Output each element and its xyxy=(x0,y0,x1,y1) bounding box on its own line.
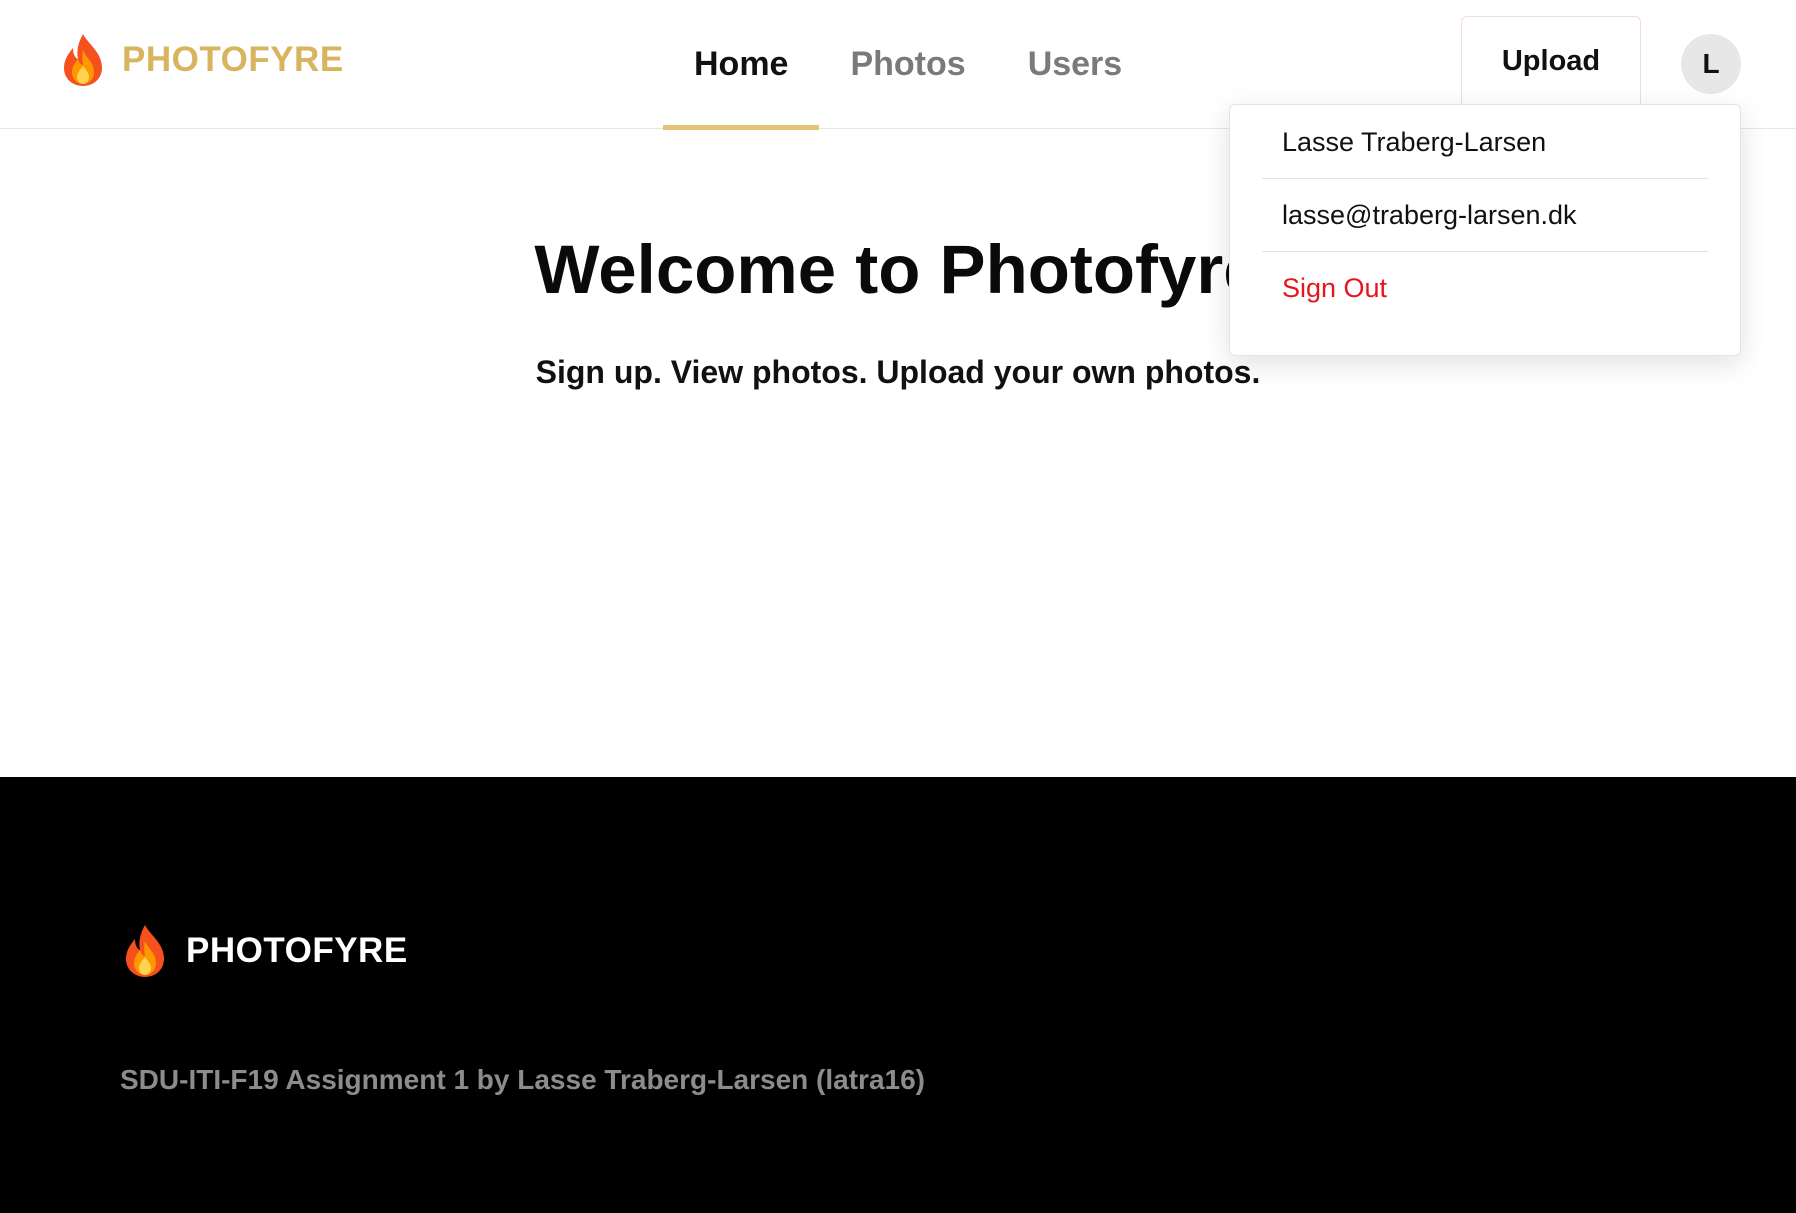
footer-credit: SDU-ITI-F19 Assignment 1 by Lasse Traber… xyxy=(120,1064,925,1095)
footer-brand: PHOTOFYRE xyxy=(120,921,408,981)
tab-users[interactable]: Users xyxy=(997,0,1154,129)
tab-photos[interactable]: Photos xyxy=(819,0,996,129)
main-nav: Home Photos Users xyxy=(663,0,1154,130)
dropdown-email[interactable]: lasse@traberg-larsen.dk xyxy=(1262,179,1708,252)
footer-brand-name: PHOTOFYRE xyxy=(186,931,408,970)
avatar[interactable]: L xyxy=(1681,34,1741,94)
dropdown-user-name[interactable]: Lasse Traberg-Larsen xyxy=(1262,106,1708,179)
user-dropdown-menu: Lasse Traberg-Larsen lasse@traberg-larse… xyxy=(1229,104,1741,356)
tagline: Sign up. View photos. Upload your own ph… xyxy=(535,354,1261,390)
fire-icon xyxy=(64,34,102,86)
tab-home[interactable]: Home xyxy=(663,0,820,130)
upload-button[interactable]: Upload xyxy=(1461,16,1641,106)
sign-out-button[interactable]: Sign Out xyxy=(1262,252,1708,325)
footer: PHOTOFYRE SDU-ITI-F19 Assignment 1 by La… xyxy=(0,777,1796,1213)
fire-icon xyxy=(126,925,164,977)
brand-name: PHOTOFYRE xyxy=(122,40,344,79)
brand-logo-link[interactable]: PHOTOFYRE xyxy=(58,32,344,88)
